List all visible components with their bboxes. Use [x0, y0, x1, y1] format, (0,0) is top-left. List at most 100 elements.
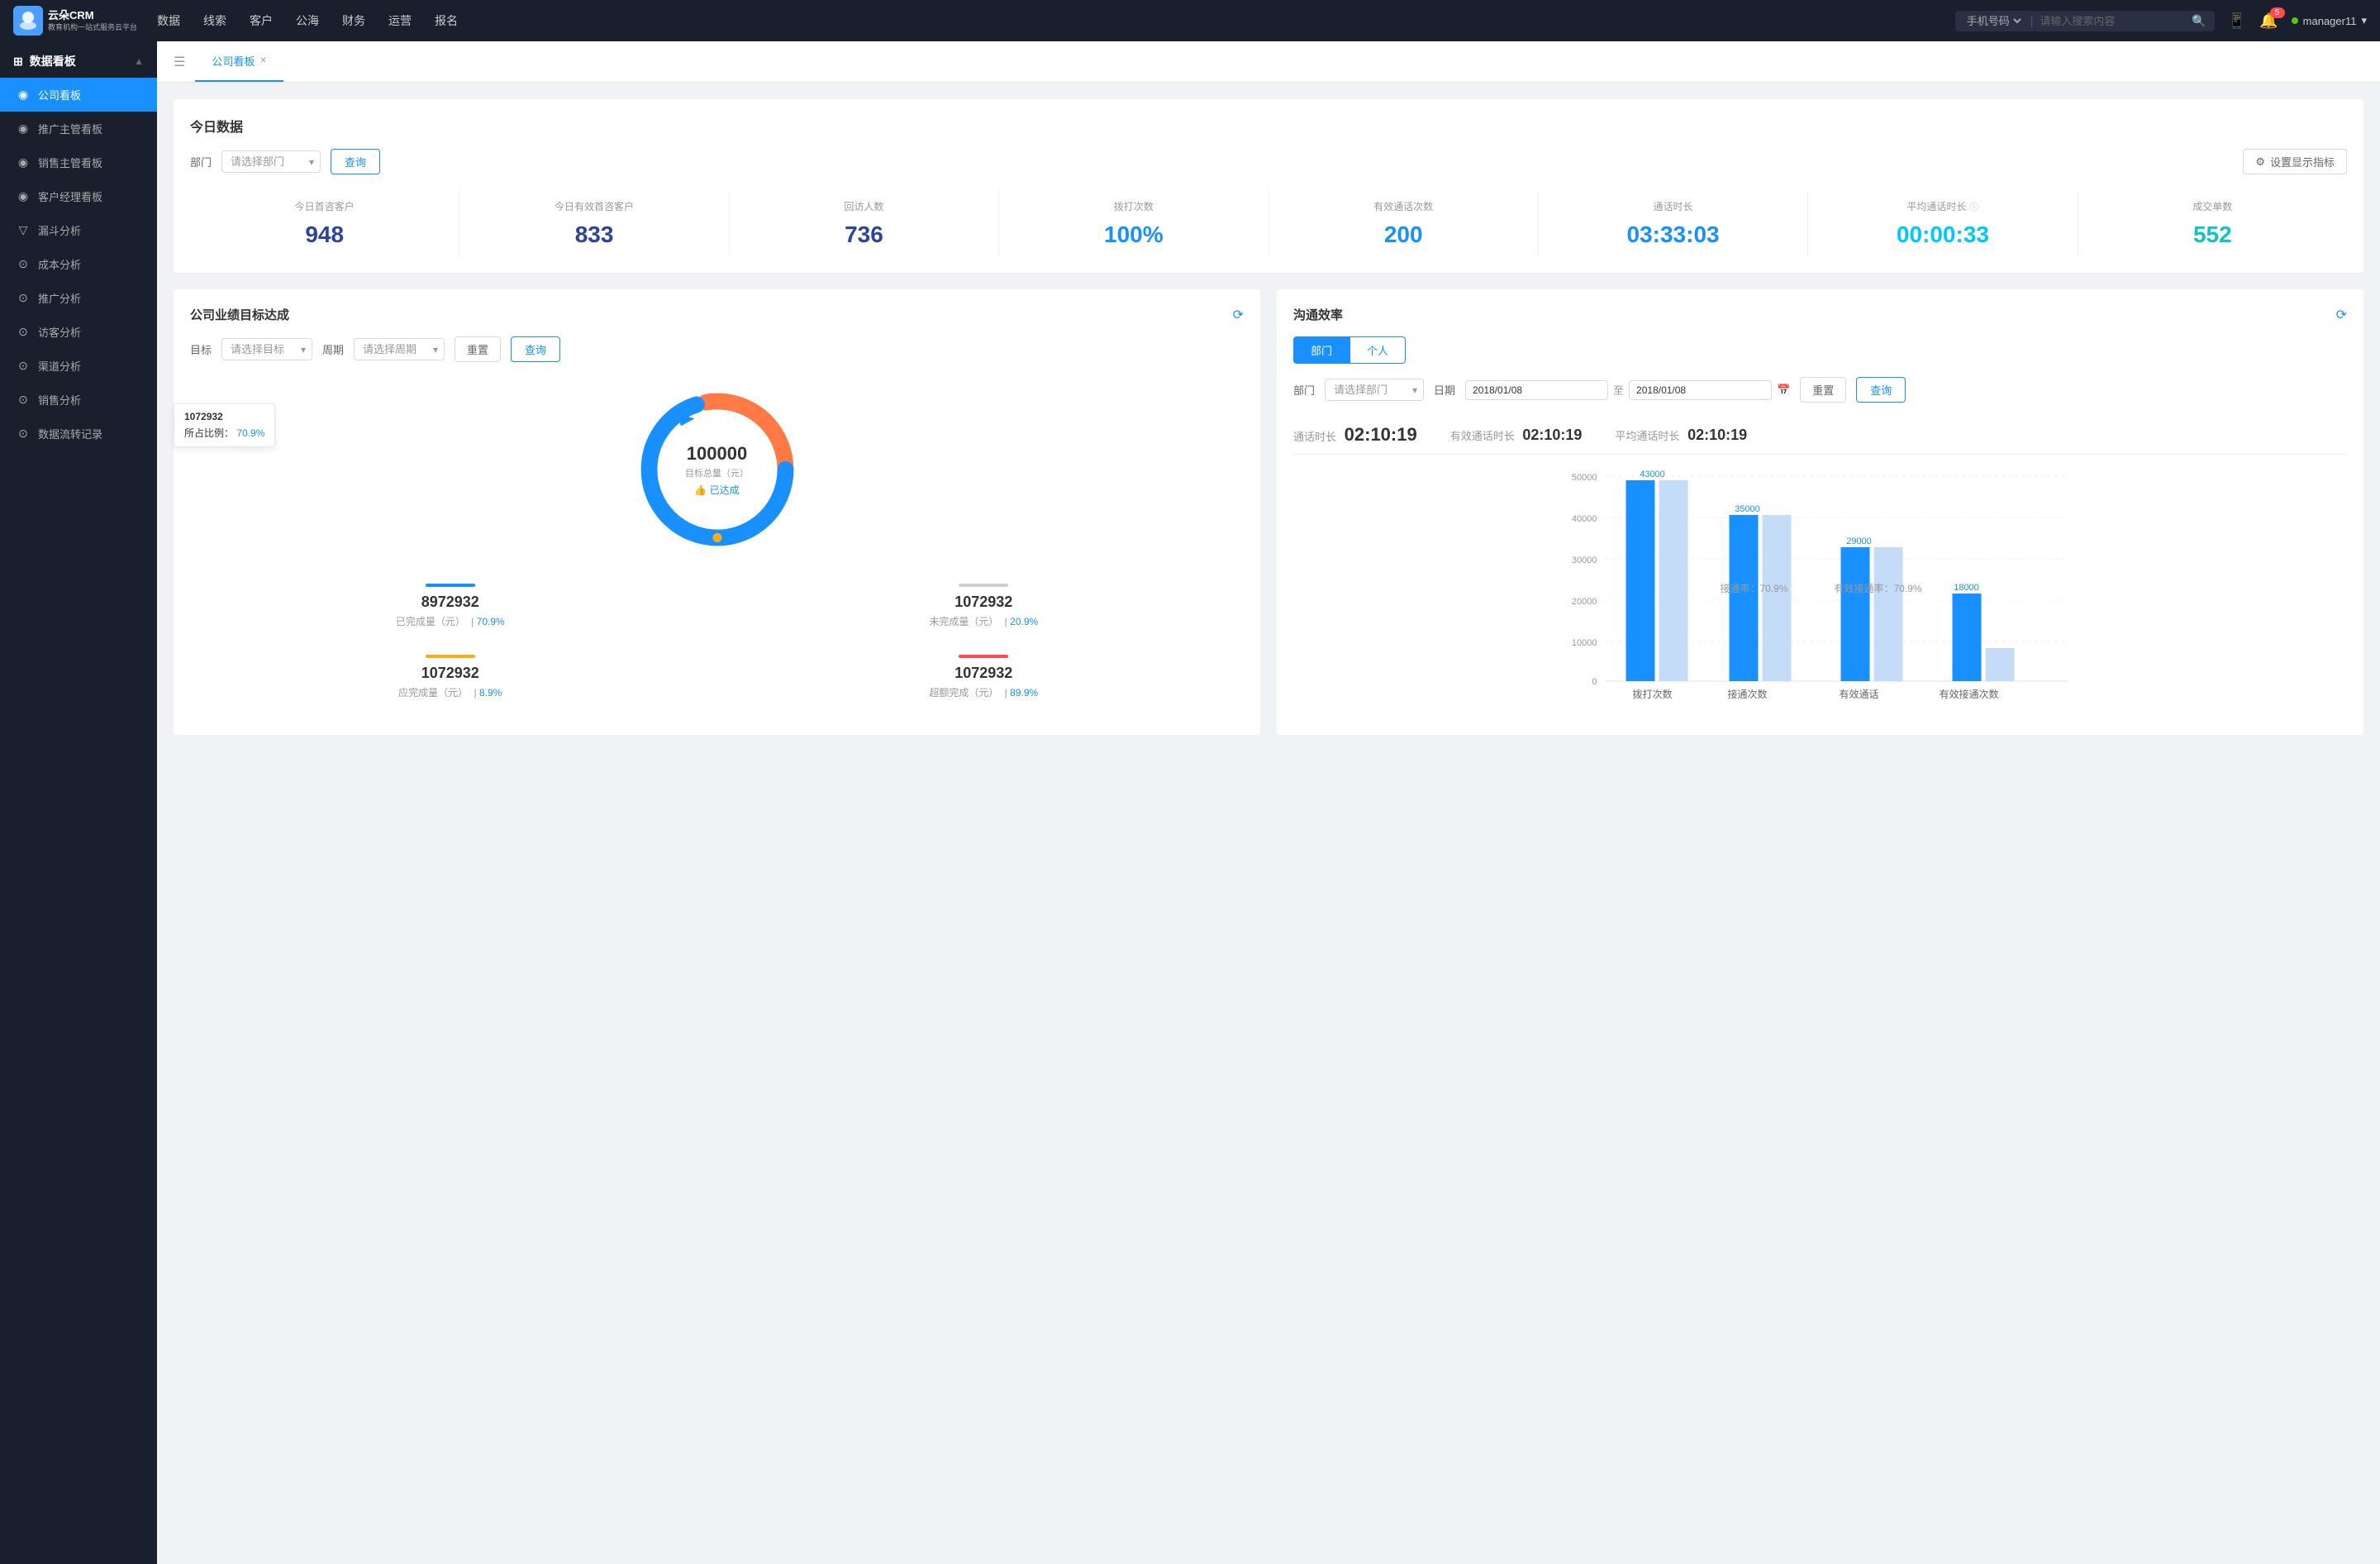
settings-display-btn[interactable]: ⚙ 设置显示指标: [2243, 149, 2347, 174]
tab-bar-toggle[interactable]: ☰: [174, 42, 195, 82]
nav-finance[interactable]: 财务: [342, 12, 365, 29]
metric-revisit: 回访人数 736: [730, 191, 999, 256]
user-menu[interactable]: manager11 ▾: [2292, 14, 2367, 27]
metric-card-1: 1072932 未完成量（元） | 20.9%: [724, 577, 1245, 635]
sidebar-item-visitor[interactable]: ⊙ 访客分析: [0, 315, 157, 349]
sidebar: ⊞ 数据看板 ▲ ◉ 公司看板 ◉ 推广主管看板 ◉ 销售主管看板 ◉ 客户经理…: [0, 41, 157, 1564]
metric-dial-count-value: 100%: [1006, 222, 1261, 248]
metric-deals-label: 成交单数: [2085, 199, 2340, 213]
svg-text:40000: 40000: [1572, 514, 1597, 524]
right-reset-btn[interactable]: 重置: [1800, 377, 1846, 403]
dept-select[interactable]: 请选择部门: [221, 150, 321, 173]
today-section: 今日数据 部门 请选择部门 查询 ⚙ 设置显示指标: [174, 99, 2363, 273]
right-filters: 部门 请选择部门 日期 至 📅 重置: [1293, 377, 2347, 403]
metric-revisit-label: 回访人数: [736, 199, 992, 213]
sidebar-item-funnel[interactable]: ▽ 漏斗分析: [0, 213, 157, 247]
notification-icon[interactable]: 🔔 5: [2259, 12, 2278, 30]
sidebar-item-account-manager[interactable]: ◉ 客户经理看板: [0, 179, 157, 213]
svg-text:43000: 43000: [1640, 470, 1665, 479]
bar-chart-area: 50000 40000 30000 20000 10000 0: [1293, 468, 2347, 718]
left-panel: 公司业绩目标达成 ⟳ 目标 请选择目标 周期 请选择: [174, 289, 1260, 735]
metric-effective-calls: 有效通话次数 200: [1269, 191, 1539, 256]
tab-bar: ☰ 公司看板 ✕: [157, 41, 2380, 83]
bar-effective-light: [1874, 547, 1903, 681]
period-select[interactable]: 请选择周期: [354, 338, 445, 360]
calendar-icon[interactable]: 📅: [1777, 384, 1790, 397]
date-separator: 至: [1613, 382, 1624, 398]
content-body: 今日数据 部门 请选择部门 查询 ⚙ 设置显示指标: [157, 83, 2380, 751]
panel-tab-dept[interactable]: 部门: [1293, 336, 1349, 364]
date-from-input[interactable]: [1465, 380, 1608, 400]
sidebar-section-header: ⊞ 数据看板 ▲: [0, 41, 157, 78]
right-dept-select-wrapper: 请选择部门: [1325, 379, 1424, 401]
metric-bar-1: [959, 584, 1008, 587]
sidebar-item-sales-analysis[interactable]: ⊙ 销售分析: [0, 383, 157, 417]
date-to-input[interactable]: [1629, 380, 1772, 400]
right-query-btn[interactable]: 查询: [1856, 377, 1906, 403]
promo-analysis-icon: ⊙: [17, 291, 30, 305]
sidebar-collapse-btn[interactable]: ▲: [134, 55, 144, 67]
nav-customers[interactable]: 客户: [250, 12, 273, 29]
data-flow-icon: ⊙: [17, 427, 30, 441]
tab-close-icon[interactable]: ✕: [259, 56, 266, 65]
sidebar-item-company-board[interactable]: ◉ 公司看板: [0, 78, 157, 112]
sidebar-item-channel[interactable]: ⊙ 渠道分析: [0, 349, 157, 383]
sidebar-item-cost[interactable]: ⊙ 成本分析: [0, 247, 157, 281]
channel-icon: ⊙: [17, 359, 30, 373]
cost-icon: ⊙: [17, 257, 30, 271]
stat-avg-label: 平均通话时长: [1615, 430, 1679, 442]
metric-dial-count-label: 拨打次数: [1006, 199, 1261, 213]
sidebar-item-sales-manager[interactable]: ◉ 销售主管看板: [0, 145, 157, 179]
device-icon[interactable]: 📱: [2228, 12, 2246, 30]
metric-call-duration-value: 03:33:03: [1545, 222, 1801, 248]
sidebar-item-promo-analysis[interactable]: ⊙ 推广分析: [0, 281, 157, 315]
metric-avg-duration: 平均通话时长 ⓘ 00:00:33: [1808, 191, 2078, 256]
nav-operations[interactable]: 运营: [388, 12, 412, 29]
metric-card-2: 1072932 应完成量（元） | 8.9%: [190, 648, 711, 706]
nav-public-sea[interactable]: 公海: [296, 12, 319, 29]
promo-manager-icon: ◉: [17, 122, 30, 136]
funnel-icon: ▽: [17, 223, 30, 237]
svg-text:有效接通次数: 有效接通次数: [1939, 688, 1998, 700]
left-reset-btn[interactable]: 重置: [455, 336, 501, 362]
search-input[interactable]: [2040, 15, 2185, 27]
right-panel-header: 沟通效率 ⟳: [1293, 306, 2347, 323]
nav-items: 数据 线索 客户 公海 财务 运营 报名: [157, 12, 1935, 29]
panel-tab-individual[interactable]: 个人: [1349, 336, 1406, 364]
metric-card-desc-0: 已完成量（元） | 70.9%: [197, 614, 704, 628]
tab-company-board[interactable]: 公司看板 ✕: [195, 41, 283, 82]
search-icon[interactable]: 🔍: [2192, 14, 2206, 28]
svg-text:50000: 50000: [1572, 473, 1597, 483]
nav-leads[interactable]: 线索: [203, 12, 226, 29]
period-filter-label: 周期: [322, 341, 344, 357]
visitor-icon: ⊙: [17, 325, 30, 339]
right-panel-refresh-icon[interactable]: ⟳: [2336, 307, 2347, 323]
metric-card-3: 1072932 超额完成（元） | 89.9%: [724, 648, 1245, 706]
metric-avg-duration-value: 00:00:33: [1815, 222, 2070, 248]
bar-effective-connect-light: [1986, 648, 2015, 681]
metric-card-0: 8972932 已完成量（元） | 70.9%: [190, 577, 711, 635]
user-dropdown-icon: ▾: [2361, 14, 2367, 27]
metric-bar-2: [426, 655, 475, 658]
metric-card-value-1: 1072932: [731, 594, 1238, 611]
metric-bar-0: [426, 584, 475, 587]
nav-enrollment[interactable]: 报名: [435, 12, 458, 29]
donut-value: 100000: [685, 443, 749, 465]
target-select[interactable]: 请选择目标: [221, 338, 312, 360]
company-board-icon: ◉: [17, 88, 30, 102]
search-type-select[interactable]: 手机号码: [1963, 14, 2024, 28]
stat-effective-label: 有效通话时长: [1450, 430, 1515, 442]
today-query-btn[interactable]: 查询: [331, 149, 380, 174]
sidebar-item-promo-manager[interactable]: ◉ 推广主管看板: [0, 112, 157, 145]
right-dept-select[interactable]: 请选择部门: [1325, 379, 1424, 401]
metric-card-value-2: 1072932: [197, 665, 704, 682]
sidebar-item-data-flow[interactable]: ⊙ 数据流转记录: [0, 417, 157, 451]
metric-call-duration: 通话时长 03:33:03: [1539, 191, 1808, 256]
left-panel-refresh-icon[interactable]: ⟳: [1233, 307, 1244, 323]
left-panel-header: 公司业绩目标达成 ⟳: [190, 306, 1244, 323]
nav-data[interactable]: 数据: [157, 12, 180, 29]
left-query-btn[interactable]: 查询: [511, 336, 560, 362]
panels-row: 公司业绩目标达成 ⟳ 目标 请选择目标 周期 请选择: [174, 289, 2363, 735]
sidebar-section-title: ⊞ 数据看板: [13, 53, 76, 69]
tooltip-pct-value: 70.9%: [236, 427, 264, 439]
